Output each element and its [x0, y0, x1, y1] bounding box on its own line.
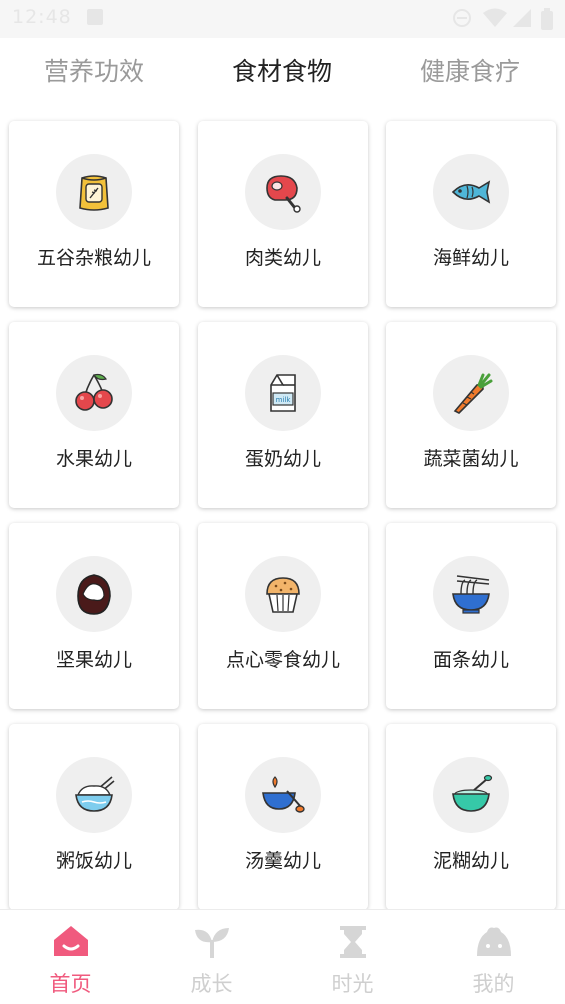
category-card-egg-dairy[interactable]: milk 蛋奶幼儿: [198, 322, 368, 508]
bottom-nav: 首页 成长 时光 我的: [0, 909, 565, 1004]
soup-pot-icon: [262, 776, 305, 813]
rice-bowl-icon: [75, 776, 115, 812]
category-card-grains[interactable]: 五谷杂粮幼儿: [9, 121, 179, 307]
icon-circle: [245, 757, 321, 833]
sprout-icon: [195, 928, 229, 958]
tab-health-therapy[interactable]: 健康食疗: [376, 52, 564, 88]
grain-bag-icon: [79, 175, 109, 211]
category-card-snacks[interactable]: 点心零食幼儿: [198, 523, 368, 709]
icon-circle: [56, 355, 132, 431]
category-card-porridge-rice[interactable]: 粥饭幼儿: [9, 724, 179, 909]
category-card-soup[interactable]: 汤羹幼儿: [198, 724, 368, 909]
puree-bowl-icon: [452, 774, 493, 812]
icon-circle: [433, 355, 509, 431]
category-card-puree[interactable]: 泥糊幼儿: [386, 724, 556, 909]
nav-profile[interactable]: 我的: [423, 910, 564, 1004]
category-card-vegetables[interactable]: 蔬菜菌幼儿: [386, 322, 556, 508]
dnd-icon: [453, 9, 471, 27]
category-card-fruit[interactable]: 水果幼儿: [9, 322, 179, 508]
category-label: 泥糊幼儿: [432, 850, 509, 872]
milk-carton-icon: milk: [270, 374, 296, 412]
category-tabs: 营养功效 食材食物 健康食疗: [0, 38, 565, 102]
category-label: 汤羹幼儿: [244, 850, 321, 872]
tab-food-ingredients[interactable]: 食材食物: [188, 52, 376, 88]
hourglass-icon: [340, 926, 366, 958]
nut-icon: [77, 574, 111, 615]
status-time: 12:48: [12, 6, 72, 28]
category-grid: 五谷杂粮幼儿 肉类幼儿 海鲜幼儿 水果幼儿 milk 蛋奶幼儿 蔬菜菌幼儿 坚果…: [0, 112, 565, 909]
icon-circle: [433, 757, 509, 833]
category-card-seafood[interactable]: 海鲜幼儿: [386, 121, 556, 307]
meat-icon: [266, 175, 301, 213]
icon-circle: [56, 757, 132, 833]
nav-label: 我的: [472, 972, 515, 996]
home-icon: [54, 926, 88, 956]
nav-home[interactable]: 首页: [0, 910, 141, 1004]
category-label: 肉类幼儿: [244, 247, 321, 269]
category-card-meat[interactable]: 肉类幼儿: [198, 121, 368, 307]
category-label: 五谷杂粮幼儿: [36, 247, 151, 269]
icon-circle: milk: [245, 355, 321, 431]
notification-icon: [87, 9, 103, 25]
category-label: 水果幼儿: [55, 448, 132, 470]
category-label: 蛋奶幼儿: [244, 448, 321, 470]
icon-circle: [245, 556, 321, 632]
icon-circle: [56, 556, 132, 632]
icon-circle: [433, 556, 509, 632]
nav-label: 首页: [49, 972, 92, 996]
status-bar: 12:48: [0, 0, 565, 38]
cherry-icon: [75, 373, 113, 411]
nav-label: 成长: [190, 972, 233, 996]
nav-growth[interactable]: 成长: [141, 910, 282, 1004]
noodle-bowl-icon: [452, 575, 490, 614]
category-label: 坚果幼儿: [55, 649, 132, 671]
tab-nutrition-effects[interactable]: 营养功效: [0, 52, 188, 88]
category-label: 蔬菜菌幼儿: [423, 448, 519, 470]
nav-label: 时光: [331, 972, 374, 996]
category-card-nuts[interactable]: 坚果幼儿: [9, 523, 179, 709]
fish-icon: [451, 180, 491, 204]
icon-circle: [245, 154, 321, 230]
category-label: 面条幼儿: [432, 649, 509, 671]
milk-label-text: milk: [276, 396, 292, 404]
wifi-icon: [483, 8, 507, 27]
category-card-noodles[interactable]: 面条幼儿: [386, 523, 556, 709]
icon-circle: [56, 154, 132, 230]
category-label: 海鲜幼儿: [432, 247, 509, 269]
battery-icon: [541, 8, 553, 30]
carrot-icon: [453, 373, 493, 414]
category-label: 点心零食幼儿: [225, 649, 340, 671]
profile-icon: [477, 927, 511, 956]
muffin-icon: [266, 577, 300, 613]
signal-icon: [513, 9, 531, 27]
nav-moments[interactable]: 时光: [282, 910, 423, 1004]
category-label: 粥饭幼儿: [55, 850, 132, 872]
icon-circle: [433, 154, 509, 230]
